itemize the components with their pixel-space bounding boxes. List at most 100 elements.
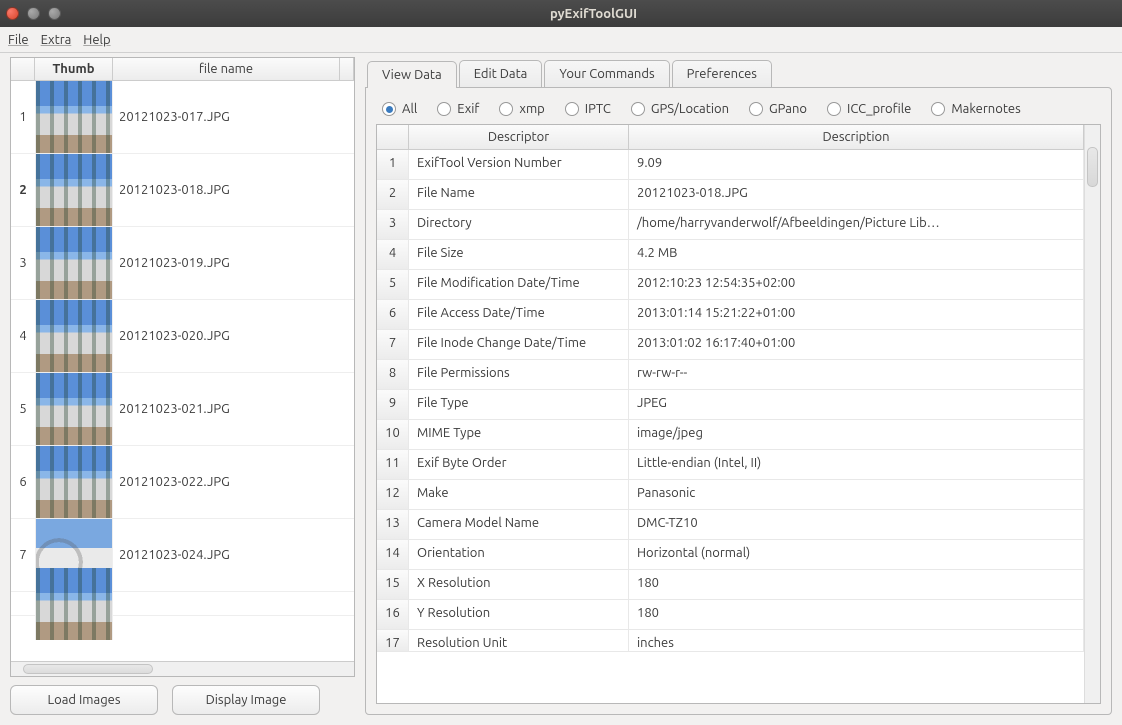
radio-makernotes[interactable]: Makernotes [931, 102, 1020, 116]
table-row[interactable]: 14OrientationHorizontal (normal) [377, 540, 1084, 570]
description-cell: DMC-TZ10 [629, 510, 1084, 539]
grid-col-descriptor[interactable]: Descriptor [409, 125, 629, 149]
radio-gpano[interactable]: GPano [749, 102, 807, 116]
file-list-hscroll[interactable] [11, 662, 354, 676]
thumbnail [35, 81, 113, 153]
table-row[interactable]: 9File TypeJPEG [377, 390, 1084, 420]
radio-all[interactable]: All [382, 102, 417, 116]
descriptor-cell: Directory [409, 210, 629, 239]
radio-icon [565, 102, 579, 116]
table-row[interactable]: 16Y Resolution180 [377, 600, 1084, 630]
row-index: 16 [377, 600, 409, 629]
table-row[interactable]: 10MIME Typeimage/jpeg [377, 420, 1084, 450]
menu-help[interactable]: Help [83, 33, 110, 47]
description-cell: /home/harryvanderwolf/Afbeeldingen/Pictu… [629, 210, 1084, 239]
radio-icon [931, 102, 945, 116]
tab-view-data[interactable]: View Data [367, 61, 457, 88]
titlebar: pyExifToolGUI [0, 0, 1122, 27]
file-list-header: Thumb file name [11, 58, 354, 81]
tab-your-commands[interactable]: Your Commands [544, 60, 669, 87]
descriptor-cell: File Type [409, 390, 629, 419]
filename-cell: 20121023-024.JPG [113, 548, 354, 562]
hscroll-handle[interactable] [23, 664, 153, 674]
table-row[interactable]: 520121023-021.JPG [11, 373, 354, 446]
grid-rows[interactable]: 1ExifTool Version Number9.092File Name20… [377, 150, 1084, 703]
descriptor-cell: File Inode Change Date/Time [409, 330, 629, 359]
description-cell: 20121023-018.JPG [629, 180, 1084, 209]
description-cell: image/jpeg [629, 420, 1084, 449]
menu-file[interactable]: File [8, 33, 29, 47]
description-cell: 2013:01:02 16:17:40+01:00 [629, 330, 1084, 359]
table-row[interactable]: 7File Inode Change Date/Time2013:01:02 1… [377, 330, 1084, 360]
table-row[interactable]: 5File Modification Date/Time2012:10:23 1… [377, 270, 1084, 300]
radio-label: Exif [457, 102, 479, 116]
table-row[interactable]: 11Exif Byte OrderLittle-endian (Intel, I… [377, 450, 1084, 480]
table-row[interactable]: 2File Name20121023-018.JPG [377, 180, 1084, 210]
table-row[interactable]: 220121023-018.JPG [11, 154, 354, 227]
row-index: 1 [11, 110, 35, 124]
table-row[interactable]: 8File Permissionsrw-rw-r-- [377, 360, 1084, 390]
col-thumb[interactable]: Thumb [35, 58, 113, 80]
col-tail [340, 58, 354, 80]
file-list[interactable]: 120121023-017.JPG220121023-018.JPG320121… [11, 81, 354, 662]
table-row[interactable]: 15X Resolution180 [377, 570, 1084, 600]
radio-iptc[interactable]: IPTC [565, 102, 611, 116]
table-row[interactable]: 4File Size4.2 MB [377, 240, 1084, 270]
grid-vscroll[interactable] [1084, 125, 1100, 703]
left-panel: Thumb file name 120121023-017.JPG2201210… [10, 57, 355, 715]
thumbnail [35, 373, 113, 445]
descriptor-cell: Exif Byte Order [409, 450, 629, 479]
row-index: 5 [11, 402, 35, 416]
table-row[interactable]: 13Camera Model NameDMC-TZ10 [377, 510, 1084, 540]
descriptor-cell: File Size [409, 240, 629, 269]
description-cell: 2012:10:23 12:54:35+02:00 [629, 270, 1084, 299]
descriptor-cell: Make [409, 480, 629, 509]
descriptor-cell: File Name [409, 180, 629, 209]
description-cell: 2013:01:14 15:21:22+01:00 [629, 300, 1084, 329]
grid-col-index[interactable] [377, 125, 409, 149]
row-index: 6 [11, 475, 35, 489]
radio-xmp[interactable]: xmp [499, 102, 544, 116]
col-filename[interactable]: file name [113, 58, 340, 80]
row-index: 4 [377, 240, 409, 269]
table-row[interactable]: 17Resolution Unitinches [377, 630, 1084, 652]
table-row[interactable]: 6File Access Date/Time2013:01:14 15:21:2… [377, 300, 1084, 330]
table-row[interactable]: 3Directory/home/harryvanderwolf/Afbeeldi… [377, 210, 1084, 240]
descriptor-cell: ExifTool Version Number [409, 150, 629, 179]
vscroll-handle[interactable] [1087, 147, 1098, 187]
table-row[interactable]: 12MakePanasonic [377, 480, 1084, 510]
button-row: Load Images Display Image [10, 683, 355, 715]
tab-preferences[interactable]: Preferences [672, 60, 772, 87]
load-images-button[interactable]: Load Images [10, 685, 158, 715]
grid-col-description[interactable]: Description [629, 125, 1084, 149]
maximize-icon[interactable] [48, 7, 61, 20]
descriptor-cell: Y Resolution [409, 600, 629, 629]
table-row[interactable]: 120121023-017.JPG [11, 81, 354, 154]
tab-edit-data[interactable]: Edit Data [459, 60, 543, 87]
minimize-icon[interactable] [27, 7, 40, 20]
window-controls [6, 7, 61, 20]
col-index[interactable] [11, 58, 35, 80]
table-row[interactable]: 1ExifTool Version Number9.09 [377, 150, 1084, 180]
table-row[interactable]: 420121023-020.JPG [11, 300, 354, 373]
thumbnail [35, 568, 113, 640]
tab-strip: View DataEdit DataYour CommandsPreferenc… [367, 57, 1112, 87]
menubar: File Extra Help [0, 27, 1122, 53]
radio-icon [382, 102, 396, 116]
display-image-button[interactable]: Display Image [172, 685, 320, 715]
row-index: 2 [11, 183, 35, 197]
table-row[interactable]: 620121023-022.JPG [11, 446, 354, 519]
table-row[interactable] [11, 592, 354, 616]
description-cell: 4.2 MB [629, 240, 1084, 269]
descriptor-cell: Camera Model Name [409, 510, 629, 539]
descriptor-cell: Resolution Unit [409, 630, 629, 651]
radio-icc-profile[interactable]: ICC_profile [827, 102, 911, 116]
row-index: 15 [377, 570, 409, 599]
close-icon[interactable] [6, 7, 19, 20]
radio-gps-location[interactable]: GPS/Location [631, 102, 729, 116]
radio-label: IPTC [585, 102, 611, 116]
table-row[interactable]: 320121023-019.JPG [11, 227, 354, 300]
description-cell: rw-rw-r-- [629, 360, 1084, 389]
radio-exif[interactable]: Exif [437, 102, 479, 116]
menu-extra[interactable]: Extra [41, 33, 72, 47]
